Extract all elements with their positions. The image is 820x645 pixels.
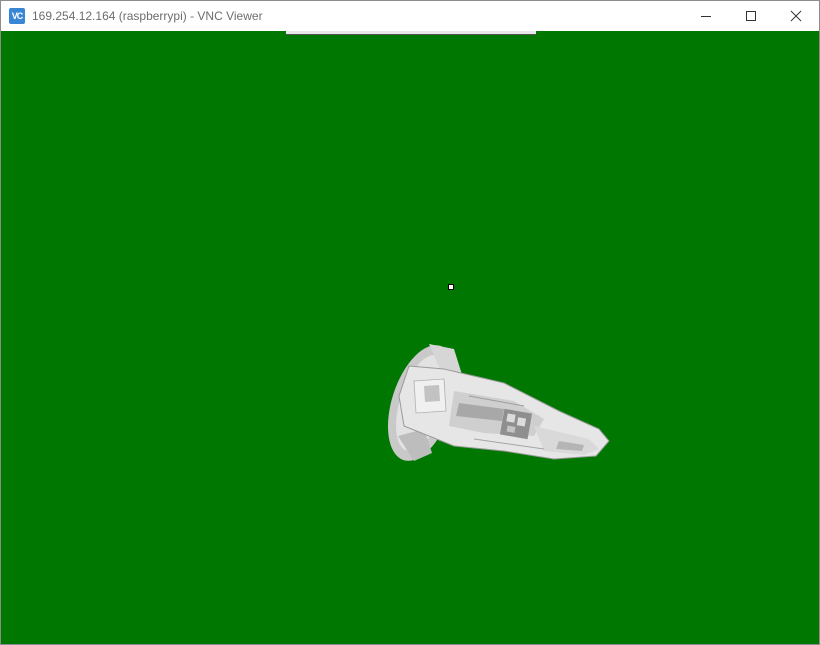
vnc-viewer-window: VC 169.254.12.164 (raspberrypi) - VNC Vi… <box>0 0 820 645</box>
maximize-icon <box>746 11 756 21</box>
vnc-app-icon[interactable]: VC <box>9 8 25 24</box>
window-title: 169.254.12.164 (raspberrypi) - VNC Viewe… <box>32 9 263 23</box>
spaceship-model <box>387 344 610 461</box>
minimize-icon <box>701 16 711 17</box>
close-icon <box>790 10 802 22</box>
vnc-toolbar-handle[interactable] <box>286 31 536 35</box>
minimize-button[interactable] <box>683 1 729 31</box>
title-bar[interactable]: VC 169.254.12.164 (raspberrypi) - VNC Vi… <box>1 1 819 31</box>
close-button[interactable] <box>773 1 819 31</box>
maximize-button[interactable] <box>728 1 774 31</box>
remote-cursor <box>448 284 454 290</box>
remote-desktop-view[interactable] <box>1 31 819 644</box>
